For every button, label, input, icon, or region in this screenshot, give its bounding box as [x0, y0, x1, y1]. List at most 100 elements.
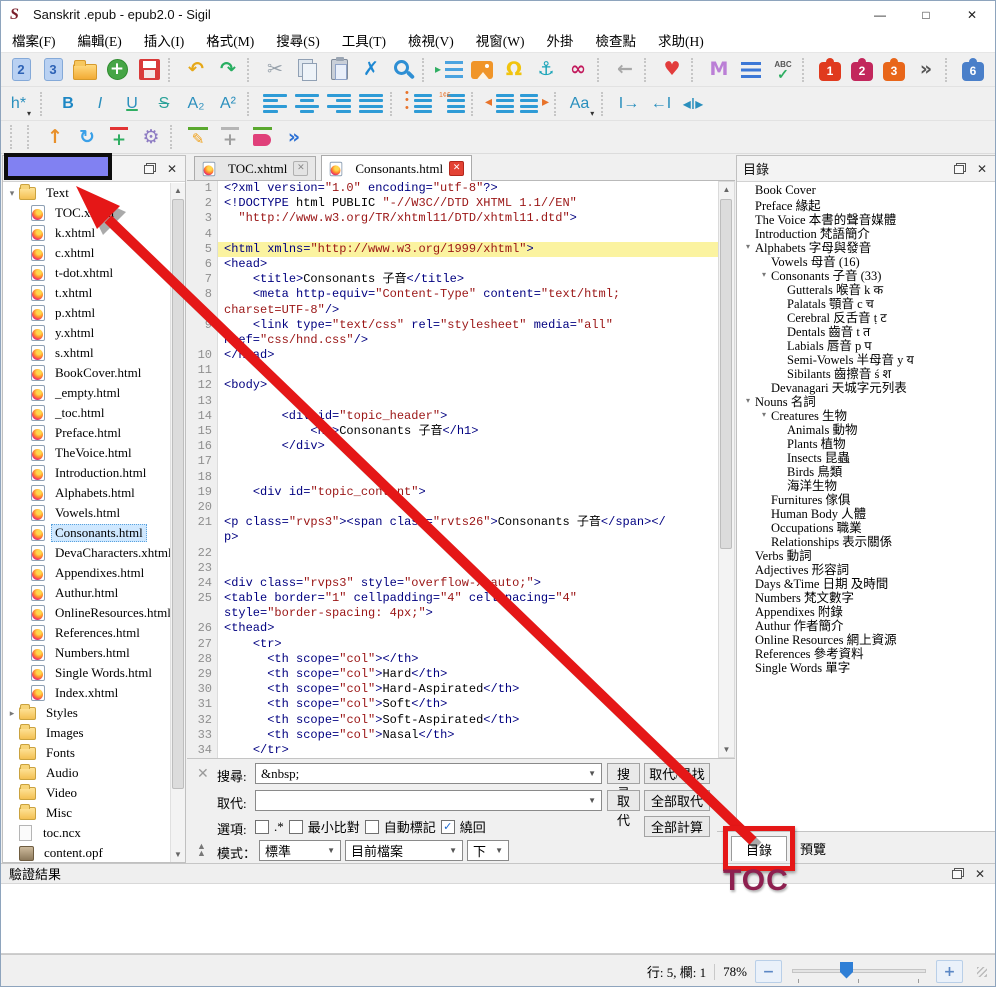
- chevron-down-icon[interactable]: ▼: [327, 846, 335, 855]
- scroll-down-icon[interactable]: ▼: [171, 847, 185, 862]
- file-tree-item[interactable]: _empty.html: [3, 383, 170, 403]
- slider-handle[interactable]: [840, 961, 853, 979]
- refresh-button[interactable]: ↻: [71, 123, 103, 151]
- toolbar-handle[interactable]: [10, 125, 17, 149]
- align-center-button[interactable]: [291, 90, 323, 118]
- minimize-button[interactable]: —: [857, 1, 903, 28]
- open-folder-button[interactable]: [69, 56, 101, 84]
- file-tree-item[interactable]: content.opf: [3, 843, 170, 862]
- chevron-down-icon[interactable]: ▼: [449, 846, 457, 855]
- checkbox[interactable]: [255, 819, 269, 834]
- commit-up-button[interactable]: ↑: [39, 123, 71, 151]
- toc-tree-item[interactable]: ▾ Creatures 生物: [739, 407, 993, 423]
- menu-item-9[interactable]: 檢查點: [584, 28, 647, 52]
- file-tree-item[interactable]: Appendixes.html: [3, 563, 170, 583]
- find-next-button[interactable]: 搜尋: [607, 763, 640, 801]
- menu-item-0[interactable]: 檔案(F): [1, 28, 67, 52]
- file-tree-item[interactable]: Images: [3, 723, 170, 743]
- superscript-button[interactable]: A²: [212, 90, 244, 118]
- menu-item-1[interactable]: 編輯(E): [67, 28, 133, 52]
- file-tree-item[interactable]: Video: [3, 783, 170, 803]
- mode-select[interactable]: 標準 ▼: [259, 840, 341, 861]
- editor-tab[interactable]: TOC.xhtml ✕: [194, 156, 317, 180]
- strikethrough-button[interactable]: S: [148, 90, 180, 118]
- toolbar-handle[interactable]: [27, 125, 34, 149]
- file-tree-item[interactable]: Misc: [3, 803, 170, 823]
- file-tree-item[interactable]: Fonts: [3, 743, 170, 763]
- file-tree-item[interactable]: References.html: [3, 623, 170, 643]
- heading-button[interactable]: h* ▾: [5, 90, 37, 118]
- scroll-down-icon[interactable]: ▼: [719, 742, 734, 757]
- resize-grip[interactable]: [977, 966, 987, 977]
- file-tree-item[interactable]: t.xhtml: [3, 283, 170, 303]
- new-epub3-button[interactable]: 3: [37, 56, 69, 84]
- plugin-1-button[interactable]: 1: [814, 56, 846, 84]
- close-button[interactable]: ✕: [949, 1, 995, 28]
- file-tree-item[interactable]: Alphabets.html: [3, 483, 170, 503]
- toc-tree-item[interactable]: Plants 植物: [739, 435, 993, 451]
- menu-item-7[interactable]: 視窗(W): [465, 28, 536, 52]
- metadata-editor-button[interactable]: M: [703, 56, 735, 84]
- file-tree-item[interactable]: ▸ Styles: [3, 703, 170, 723]
- checkbox-checked[interactable]: ✓: [440, 819, 455, 834]
- file-tree-item[interactable]: ▾ Text: [3, 183, 170, 203]
- italic-button[interactable]: I: [84, 90, 116, 118]
- float-panel-icon[interactable]: [143, 163, 156, 174]
- file-tree-item[interactable]: Consonants.html: [3, 523, 170, 543]
- file-tree-item[interactable]: BookCover.html: [3, 363, 170, 383]
- chevron-down-icon[interactable]: ▼: [588, 796, 596, 805]
- toolbar-overflow-2-button[interactable]: »: [989, 56, 995, 84]
- float-panel-icon[interactable]: [953, 163, 966, 174]
- slider-track[interactable]: [792, 968, 926, 973]
- count-all-button[interactable]: 全部計算: [644, 816, 710, 837]
- toc-tree-item[interactable]: Single Words 單字: [739, 659, 993, 675]
- insert-image-button[interactable]: [466, 56, 498, 84]
- checkbox[interactable]: [288, 819, 303, 834]
- scroll-up-icon[interactable]: ▲: [719, 182, 734, 197]
- close-panel-icon[interactable]: ✕: [975, 868, 985, 880]
- file-tree-item[interactable]: Vowels.html: [3, 503, 170, 523]
- toc-tree-item[interactable]: Birds 鳥類: [739, 463, 993, 479]
- code-editor[interactable]: 1 <?xml version="1.0" encoding="utf-8"?> 2…: [187, 181, 718, 758]
- close-tab-icon[interactable]: ✕: [449, 161, 465, 176]
- file-tree-item[interactable]: OnlineResources.html: [3, 603, 170, 623]
- close-search-icon[interactable]: ✕: [197, 767, 209, 781]
- file-tree-item[interactable]: TOC.xhtml: [3, 203, 170, 223]
- maximize-button[interactable]: □: [903, 1, 949, 28]
- chevron-down-icon[interactable]: ▼: [588, 769, 596, 778]
- file-tree-item[interactable]: c.xhtml: [3, 243, 170, 263]
- file-tree-item[interactable]: Index.xhtml: [3, 683, 170, 703]
- zoom-slider[interactable]: [790, 961, 928, 983]
- donate-button[interactable]: ♥: [656, 56, 688, 84]
- special-character-button[interactable]: Ω: [498, 56, 530, 84]
- file-tree-item[interactable]: Authur.html: [3, 583, 170, 603]
- file-tree-scrollbar[interactable]: ▲ ▼: [170, 183, 185, 862]
- close-tab-icon[interactable]: ✕: [293, 161, 309, 176]
- toc-tree-item[interactable]: Insects 昆蟲: [739, 449, 993, 465]
- file-tree-item[interactable]: p.xhtml: [3, 303, 170, 323]
- file-tree-item[interactable]: Single Words.html: [3, 663, 170, 683]
- toolbar-overflow-button[interactable]: »: [910, 56, 942, 84]
- bullet-list-button[interactable]: [402, 90, 435, 118]
- editor-tab[interactable]: Consonants.html ✕: [321, 155, 473, 181]
- edit-toc-button[interactable]: [735, 56, 767, 84]
- insert-id-anchor-button[interactable]: ⚓: [530, 56, 562, 84]
- close-panel-icon[interactable]: ✕: [977, 163, 987, 175]
- cursor-select-button[interactable]: ◂I▸: [677, 90, 709, 118]
- align-justify-button[interactable]: [355, 90, 387, 118]
- new-epub2-button[interactable]: 2: [5, 56, 37, 84]
- direction-select[interactable]: 下 ▼: [467, 840, 509, 861]
- copy-button[interactable]: [291, 56, 323, 84]
- menu-item-6[interactable]: 檢視(V): [397, 28, 465, 52]
- replace-all-button[interactable]: 全部取代: [644, 790, 710, 811]
- plugin-blue-button[interactable]: 6: [957, 56, 989, 84]
- mend-code-button[interactable]: ✗: [355, 56, 387, 84]
- replace-find-button[interactable]: 取代/尋找: [644, 763, 710, 784]
- menu-item-4[interactable]: 搜尋(S): [265, 28, 331, 52]
- file-tree-item[interactable]: Preface.html: [3, 423, 170, 443]
- numbered-list-button[interactable]: [435, 90, 468, 118]
- file-tree-item[interactable]: y.xhtml: [3, 323, 170, 343]
- file-tree-item[interactable]: s.xhtml: [3, 343, 170, 363]
- outdent-button[interactable]: [483, 90, 517, 118]
- file-tree-item[interactable]: _toc.html: [3, 403, 170, 423]
